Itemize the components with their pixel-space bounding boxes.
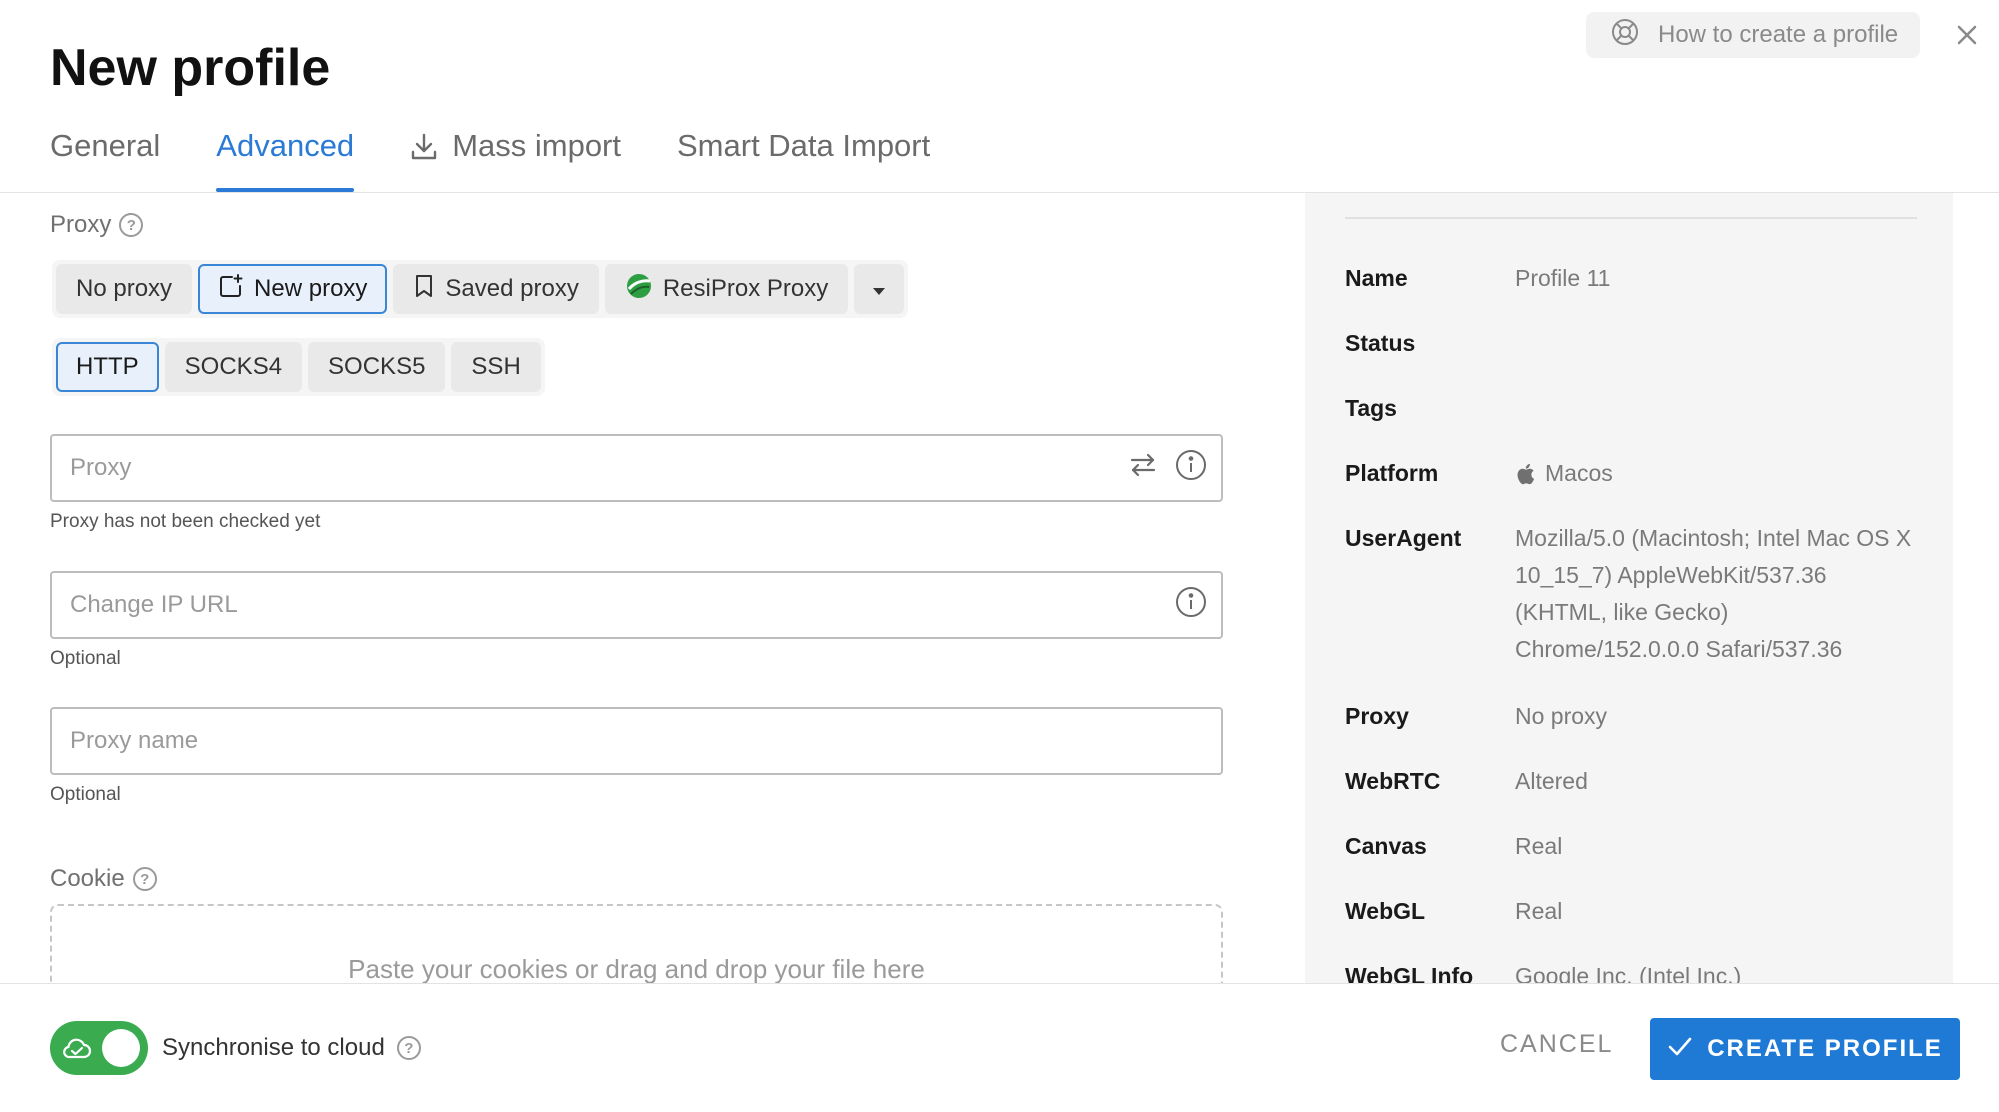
- checkmark-icon: [1667, 1035, 1693, 1064]
- cookie-section-label: Cookie ?: [50, 865, 157, 893]
- tab-mass-import[interactable]: Mass import: [410, 122, 621, 192]
- apple-icon: [1515, 460, 1535, 497]
- cancel-button[interactable]: CANCEL: [1500, 1030, 1613, 1066]
- help-circle-icon[interactable]: ?: [119, 213, 144, 237]
- add-window-icon: [218, 273, 244, 306]
- cookie-dropzone[interactable]: Paste your cookies or drag and drop your…: [50, 904, 1223, 983]
- change-ip-url-helper: Optional: [50, 648, 121, 669]
- summary-row-proxy: Proxy No proxy: [1345, 703, 1608, 729]
- create-profile-button[interactable]: CREATE PROFILE: [1650, 1018, 1960, 1080]
- saved-proxy-button[interactable]: Saved proxy: [393, 264, 599, 314]
- footer-divider: [0, 983, 1999, 984]
- new-proxy-button[interactable]: New proxy: [198, 264, 388, 314]
- proxy-check-status: Proxy has not been checked yet: [50, 511, 321, 532]
- summary-divider: [1345, 217, 1917, 219]
- sync-to-cloud-label: Synchronise to cloud ?: [162, 1034, 421, 1062]
- proxy-type-socks4[interactable]: SOCKS4: [164, 342, 303, 392]
- summary-row-useragent: UserAgent Mozilla/5.0 (Macintosh; Intel …: [1345, 525, 1912, 662]
- proxy-input[interactable]: Proxy: [50, 434, 1223, 502]
- summary-row-canvas: Canvas Real: [1345, 833, 1563, 859]
- resiprox-proxy-button[interactable]: ResiProx Proxy: [604, 264, 849, 314]
- proxy-type-socks5[interactable]: SOCKS5: [308, 342, 446, 392]
- lifebuoy-icon: [1610, 17, 1640, 54]
- proxy-input-placeholder: Proxy: [70, 454, 132, 481]
- resiprox-logo-icon: [625, 272, 653, 307]
- change-ip-url-input[interactable]: Change IP URL: [50, 571, 1223, 639]
- info-icon[interactable]: [1175, 449, 1207, 488]
- tab-bar: General Advanced Mass import Smart Data …: [50, 122, 930, 192]
- proxy-name-input[interactable]: Proxy name: [50, 707, 1223, 775]
- proxy-section-label: Proxy ?: [50, 211, 144, 239]
- summary-row-name: Name Profile 11: [1345, 265, 1611, 291]
- help-circle-icon[interactable]: ?: [396, 1036, 421, 1060]
- proxy-settings-panel[interactable]: Proxy ? No proxy New proxy Saved proxy R…: [0, 193, 1305, 983]
- proxy-mode-selector: No proxy New proxy Saved proxy ResiProx …: [52, 260, 909, 318]
- proxy-type-ssh[interactable]: SSH: [451, 342, 541, 392]
- summary-row-tags: Tags: [1345, 395, 1397, 421]
- cookie-dropzone-text: Paste your cookies or drag and drop your…: [348, 954, 925, 983]
- summary-row-webrtc: WebRTC Altered: [1345, 768, 1588, 794]
- page-title: New profile: [50, 39, 331, 97]
- download-icon: [410, 132, 438, 170]
- summary-row-status: Status: [1345, 330, 1416, 356]
- change-ip-url-placeholder: Change IP URL: [70, 591, 238, 618]
- tab-general[interactable]: General: [50, 122, 160, 192]
- proxy-name-helper: Optional: [50, 784, 121, 805]
- summary-row-platform: Platform Macos: [1345, 455, 1925, 497]
- help-circle-icon[interactable]: ?: [132, 867, 157, 891]
- summary-row-webgl-info: WebGL Info Google Inc. (Intel Inc.): [1345, 963, 1742, 983]
- proxy-type-selector: HTTP SOCKS4 SOCKS5 SSH: [52, 338, 545, 396]
- proxy-provider-dropdown[interactable]: [854, 264, 905, 314]
- sync-to-cloud-toggle[interactable]: [50, 1021, 148, 1075]
- swap-arrows-icon[interactable]: [1129, 452, 1157, 485]
- profile-summary-panel: Name Profile 11 Status Tags Platform Mac…: [1305, 193, 1953, 983]
- help-label: How to create a profile: [1658, 21, 1899, 48]
- tab-advanced[interactable]: Advanced: [216, 122, 354, 192]
- cloud-check-icon: [62, 1035, 92, 1061]
- tab-smart-data-import[interactable]: Smart Data Import: [677, 122, 930, 192]
- bookmark-icon: [413, 273, 435, 306]
- proxy-type-http[interactable]: HTTP: [56, 342, 159, 392]
- how-to-create-profile-button[interactable]: How to create a profile: [1586, 12, 1920, 58]
- caret-down-icon: [872, 275, 886, 303]
- toggle-knob: [102, 1029, 140, 1067]
- proxy-name-placeholder: Proxy name: [70, 727, 199, 754]
- no-proxy-button[interactable]: No proxy: [56, 264, 193, 314]
- info-icon[interactable]: [1175, 586, 1207, 625]
- close-icon[interactable]: [1950, 18, 1984, 52]
- summary-row-webgl: WebGL Real: [1345, 898, 1563, 924]
